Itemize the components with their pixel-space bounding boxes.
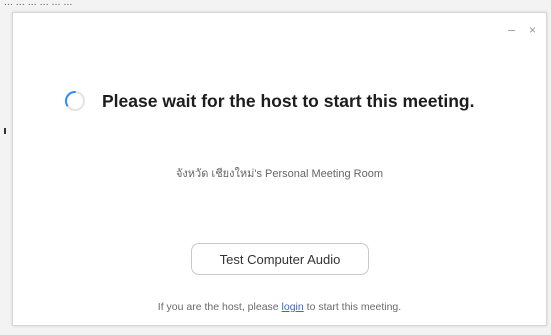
close-button[interactable]: × — [529, 23, 536, 37]
waiting-room-dialog: – × Please wait for the host to start th… — [12, 12, 547, 326]
host-hint-prefix: If you are the host, please — [157, 301, 282, 313]
test-computer-audio-button[interactable]: Test Computer Audio — [191, 243, 369, 275]
background-mark — [4, 128, 6, 134]
wait-title: Please wait for the host to start this m… — [102, 90, 475, 111]
minimize-button[interactable]: – — [508, 23, 515, 37]
host-login-hint: If you are the host, please login to sta… — [13, 301, 546, 313]
waiting-status: Please wait for the host to start this m… — [64, 90, 474, 112]
login-link[interactable]: login — [282, 301, 304, 313]
background-text: ... ... ... ... ... ... — [4, 0, 73, 8]
loading-spinner-icon — [65, 91, 85, 111]
meeting-room-name: จังหวัด เชียงใหม่'s Personal Meeting Roo… — [175, 168, 384, 180]
host-hint-suffix: to start this meeting. — [303, 301, 402, 313]
